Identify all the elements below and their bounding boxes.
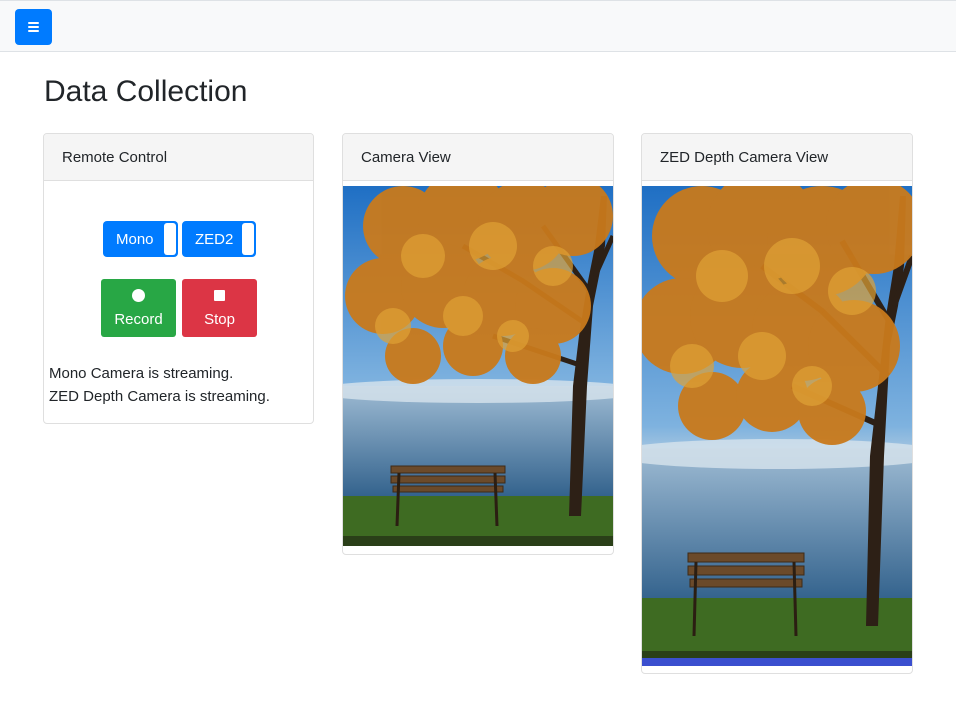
record-label: Record [114, 311, 163, 328]
record-dot-icon [132, 288, 145, 302]
zed2-camera-toggle[interactable]: ZED2 [182, 221, 256, 257]
toggle-knob [242, 223, 254, 255]
top-navbar [0, 0, 956, 52]
zed-depth-view-card: ZED Depth Camera View [641, 133, 913, 674]
mono-status-text: Mono Camera is streaming. [49, 365, 234, 382]
stream-status: Mono Camera is streaming. ZED Depth Came… [49, 362, 270, 408]
hamburger-icon [28, 22, 39, 32]
stop-button[interactable]: Stop [182, 279, 257, 337]
remote-control-header: Remote Control [44, 134, 313, 181]
camera-view-card: Camera View [342, 133, 614, 555]
zed2-toggle-label: ZED2 [195, 230, 234, 248]
camera-view-header: Camera View [343, 134, 613, 181]
zed-depth-view-header: ZED Depth Camera View [642, 134, 912, 181]
stop-label: Stop [204, 311, 235, 328]
camera-stream-image [343, 186, 613, 546]
toggle-knob [164, 223, 176, 255]
page-title: Data Collection [44, 75, 248, 108]
mono-toggle-label: Mono [116, 230, 154, 248]
zed-status-text: ZED Depth Camera is streaming. [49, 388, 270, 405]
remote-control-card: Remote Control Mono ZED2 Record Stop Mon… [43, 133, 314, 424]
mono-camera-toggle[interactable]: Mono [103, 221, 178, 257]
zed-depth-stream-image [642, 186, 912, 666]
record-button[interactable]: Record [101, 279, 176, 337]
menu-toggle-button[interactable] [15, 9, 52, 45]
camera-toggle-group: Mono ZED2 [103, 221, 256, 257]
stop-square-icon [214, 288, 225, 302]
recording-controls: Record Stop [101, 279, 257, 337]
